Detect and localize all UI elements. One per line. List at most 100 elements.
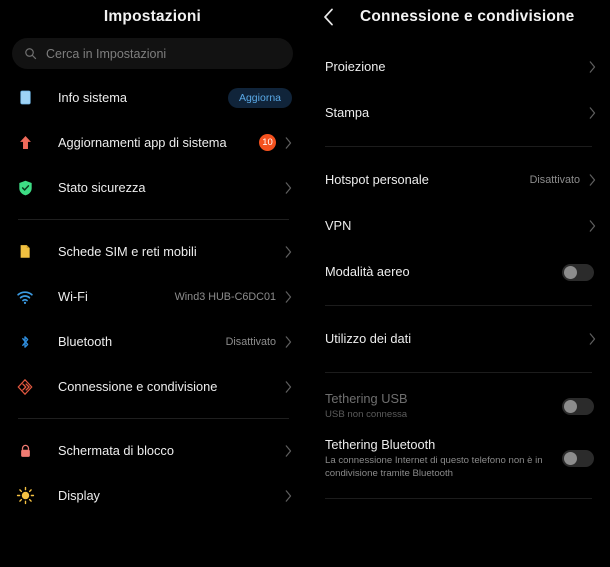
chevron-right-icon [285,245,292,258]
chevron-right-icon [589,107,596,119]
detail-row-label: Tethering USB [325,390,408,406]
detail-group: Hotspot personale Disattivato VPN Modali… [305,157,610,295]
settings-row-connessione-condivisione[interactable]: Connessione e condivisione [0,364,305,409]
detail-row-subtitle: La connessione Internet di questo telefo… [325,454,543,479]
detail-row-texts: Tethering USB USB non connessa [325,391,562,422]
settings-row-label: Info sistema [58,90,127,105]
settings-row-display[interactable]: Display [0,473,305,518]
chevron-right-icon [285,489,292,502]
detail-row-label: Utilizzo dei dati [325,331,412,346]
settings-list-panel: Impostazioni Info si [0,0,305,567]
detail-row-stampa[interactable]: Stampa [305,90,610,136]
detail-row-texts: Stampa [325,105,589,121]
chevron-right-icon [285,290,292,303]
back-chevron-icon[interactable] [323,8,334,26]
chevron-right-icon [285,335,292,348]
search-bar[interactable] [12,38,293,69]
group-divider [18,418,289,419]
settings-header: Impostazioni [0,0,305,34]
detail-row-label: Modalità aereo [325,264,410,279]
settings-row-stato-sicurezza[interactable]: Stato sicurezza [0,165,305,210]
settings-row-label: Aggiornamenti app di sistema [58,135,227,150]
wifi-icon [14,286,36,308]
detail-header: Connessione e condivisione [305,0,610,34]
detail-row-vpn[interactable]: VPN [305,203,610,249]
detail-groups: Proiezione Stampa Hotspot personale Disa… [305,44,610,500]
detail-row-label: Hotspot personale [325,172,429,187]
phone-info-icon [14,87,36,109]
settings-row-label: Display [58,488,100,503]
detail-group: Proiezione Stampa [305,44,610,136]
chevron-right-icon [285,136,292,149]
chevron-right-icon [285,181,292,194]
settings-row-schede-sim[interactable]: Schede SIM e reti mobili [0,229,305,274]
chevron-right-icon [589,174,596,186]
group-divider [325,146,592,147]
detail-row-proiezione[interactable]: Proiezione [305,44,610,90]
bluetooth-tethering-toggle[interactable] [562,450,594,468]
detail-row-texts: Tethering Bluetooth La connessione Inter… [325,437,562,480]
settings-row-label: Stato sicurezza [58,180,146,195]
detail-row-label: VPN [325,218,352,233]
chevron-right-icon [589,333,596,345]
settings-row-schermata-blocco[interactable]: Schermata di blocco [0,428,305,473]
detail-group: Tethering USB USB non connessa Tethering… [305,383,610,488]
settings-row-label: Wi-Fi [58,289,88,304]
detail-row-texts: VPN [325,218,589,234]
update-count-badge: 10 [259,134,276,151]
detail-row-modalita-aereo[interactable]: Modalità aereo [305,249,610,295]
connection-sharing-icon [14,376,36,398]
settings-row-aggiornamenti-app[interactable]: Aggiornamenti app di sistema 10 [0,120,305,165]
sim-card-icon [14,241,36,263]
group-divider [18,219,289,220]
settings-row-wifi[interactable]: Wi-Fi Wind3 HUB-C6DC01 [0,274,305,319]
settings-row-bluetooth[interactable]: Bluetooth Disattivato [0,319,305,364]
usb-tethering-toggle[interactable] [562,397,594,415]
settings-groups: Info sistema Aggiorna Aggiornamenti app … [0,75,305,518]
chevron-right-icon [285,444,292,457]
detail-row-utilizzo-dati[interactable]: Utilizzo dei dati [305,316,610,362]
arrow-up-update-icon [14,132,36,154]
group-divider [325,372,592,373]
lock-icon [14,440,36,462]
toggle-knob [564,399,577,413]
airplane-mode-toggle[interactable] [562,263,594,281]
detail-row-label: Stampa [325,105,370,120]
toggle-knob [564,452,577,466]
group-divider [325,498,592,500]
settings-row-label: Schermata di blocco [58,443,174,458]
detail-row-tethering-usb[interactable]: Tethering USB USB non connessa [305,383,610,429]
chevron-right-icon [589,220,596,232]
chevron-right-icon [589,61,596,73]
detail-group: Utilizzo dei dati [305,316,610,362]
detail-row-texts: Hotspot personale [325,172,530,188]
detail-row-texts: Modalità aereo [325,264,562,280]
page-title: Impostazioni [103,8,202,25]
detail-row-texts: Proiezione [325,59,589,75]
detail-row-subtitle: USB non connessa [325,408,408,420]
detail-page-title: Connessione e condivisione [360,8,575,25]
detail-row-label: Tethering Bluetooth [325,437,436,452]
search-icon [24,47,37,60]
settings-row-label: Schede SIM e reti mobili [58,244,197,259]
brightness-sun-icon [14,485,36,507]
detail-row-label: Proiezione [325,59,386,74]
connection-sharing-panel: Connessione e condivisione Proiezione St… [305,0,610,567]
settings-group: Schermata di blocco Display [0,428,305,518]
detail-row-texts: Utilizzo dei dati [325,331,589,347]
search-input[interactable] [46,46,281,61]
shield-check-icon [14,177,36,199]
settings-row-value: Disattivato [225,335,276,348]
settings-row-info-sistema[interactable]: Info sistema Aggiorna [0,75,305,120]
settings-group: Schede SIM e reti mobili Wi-Fi Wind3 HUB… [0,229,305,409]
update-pill-button[interactable]: Aggiorna [227,87,292,108]
settings-row-value: Wind3 HUB-C6DC01 [174,290,276,303]
group-divider [325,305,592,306]
settings-row-label: Connessione e condivisione [58,379,218,394]
detail-row-hotspot-personale[interactable]: Hotspot personale Disattivato [305,157,610,203]
toggle-knob [564,265,577,279]
chevron-right-icon [285,380,292,393]
detail-row-tethering-bluetooth[interactable]: Tethering Bluetooth La connessione Inter… [305,429,610,488]
settings-group: Info sistema Aggiorna Aggiornamenti app … [0,75,305,210]
detail-row-value: Disattivato [529,174,580,186]
